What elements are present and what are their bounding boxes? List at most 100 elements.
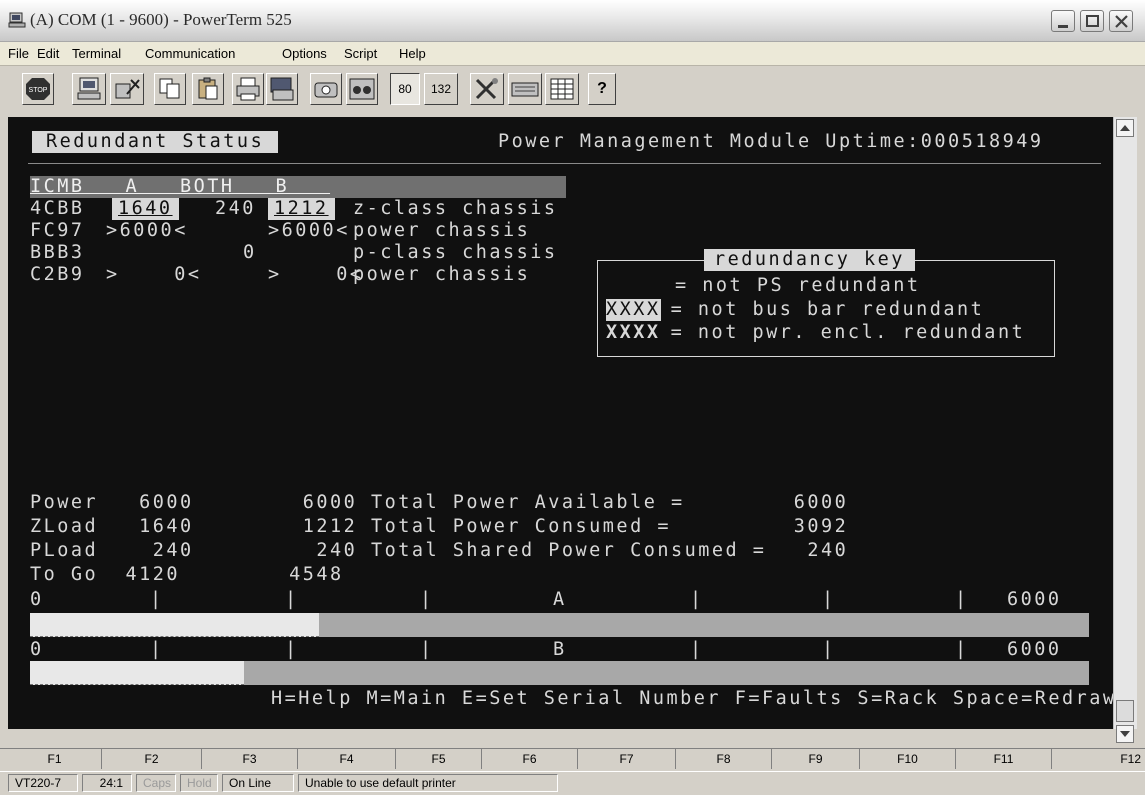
cols-132-button[interactable]: 132: [424, 73, 458, 105]
redundancy-key-title: redundancy key: [704, 249, 915, 271]
stop-button[interactable]: STOP: [22, 73, 54, 105]
row-id: 4CBB: [30, 198, 85, 219]
row-a-value: > 0<: [106, 264, 202, 285]
fkey-f3[interactable]: F3: [202, 749, 298, 769]
menu-help[interactable]: Help: [399, 46, 426, 61]
scroll-up-button[interactable]: [1116, 119, 1134, 137]
row-a-value: >6000<: [106, 220, 188, 241]
scale-b-start: 0: [30, 639, 44, 660]
summary-zload: ZLoad 1640 1212 Total Power Consumed = 3…: [30, 516, 849, 537]
paste-button[interactable]: [192, 73, 224, 105]
status-cursor: 24:1: [82, 774, 132, 792]
help-line: H=Help M=Main E=Set Serial Number F=Faul…: [271, 688, 1117, 709]
setup-button[interactable]: [470, 73, 504, 105]
row-both-value: 240: [215, 198, 256, 219]
window-title: (A) COM (1 - 9600) - PowerTerm 525: [30, 10, 292, 29]
row-desc: power chassis: [353, 220, 531, 241]
scale-a-tick: |: [955, 589, 969, 610]
bar-b-track: [30, 661, 1089, 685]
grid-icon: [550, 78, 574, 100]
vertical-scrollbar[interactable]: [1113, 117, 1137, 729]
row-id: C2B9: [30, 264, 85, 285]
menu-communication[interactable]: Communication: [145, 46, 235, 61]
app-icon: [8, 12, 26, 28]
setup-icon: [475, 78, 498, 100]
disconnect-button[interactable]: [110, 73, 144, 105]
print-icon: [236, 77, 260, 101]
menu-terminal[interactable]: Terminal: [72, 46, 121, 61]
row-a-value: 1640: [112, 198, 179, 220]
disconnect-icon: [115, 79, 140, 99]
print-button[interactable]: [232, 73, 264, 105]
keyboard-button[interactable]: [508, 73, 542, 105]
hangup-button[interactable]: [346, 73, 378, 105]
menu-file[interactable]: File: [8, 46, 29, 61]
connect-button[interactable]: [72, 73, 106, 105]
scale-a-tick: |: [420, 589, 434, 610]
row-b-value: 1212: [268, 198, 335, 220]
bar-a-fill: [30, 613, 319, 637]
row-both-value: 0: [243, 242, 257, 263]
key-code-bus-bar: XXXX: [606, 299, 661, 321]
status-message: Unable to use default printer: [298, 774, 558, 792]
row-b-value: > 0<: [268, 264, 364, 285]
fkey-f8[interactable]: F8: [676, 749, 772, 769]
scroll-down-button[interactable]: [1116, 725, 1134, 743]
bar-b-fill: [30, 661, 244, 685]
scale-b-label: B: [553, 639, 567, 660]
status-online: On Line: [222, 774, 294, 792]
scale-a-tick: |: [285, 589, 299, 610]
hangup-icon: [349, 78, 375, 100]
fkey-f7[interactable]: F7: [578, 749, 676, 769]
menu-options[interactable]: Options: [282, 46, 327, 61]
menu-edit[interactable]: Edit: [37, 46, 59, 61]
uptime-label: Power Management Module Uptime:000518949: [498, 131, 1044, 152]
key-line-bus-bar: = not bus bar redundant: [657, 299, 985, 320]
scale-b-tick: |: [955, 639, 969, 660]
chevron-up-icon: [1120, 125, 1130, 131]
key-code-pwr-encl: XXXX: [606, 322, 661, 343]
scale-b-tick: |: [420, 639, 434, 660]
close-button[interactable]: [1109, 10, 1133, 32]
scale-a-end: 6000: [1007, 589, 1062, 610]
fkey-f4[interactable]: F4: [298, 749, 396, 769]
summary-power: Power 6000 6000 Total Power Available = …: [30, 492, 849, 513]
row-id: FC97: [30, 220, 85, 241]
fkey-f12[interactable]: F12: [1052, 749, 1145, 769]
status-hold: Hold: [180, 774, 218, 792]
screen-title: Redundant Status: [32, 131, 279, 153]
scale-a-start: 0: [30, 589, 44, 610]
fkey-f11[interactable]: F11: [956, 749, 1052, 769]
keyboard-icon: [511, 82, 539, 97]
dial-button[interactable]: [310, 73, 342, 105]
row-desc: p-class chassis: [353, 242, 558, 263]
bar-a-track: [30, 613, 1089, 637]
grid-button[interactable]: [545, 73, 579, 105]
scale-b-tick: |: [285, 639, 299, 660]
fkey-f5[interactable]: F5: [396, 749, 482, 769]
menu-script[interactable]: Script: [344, 46, 377, 61]
status-caps: Caps: [136, 774, 176, 792]
status-emulation: VT220-7: [8, 774, 78, 792]
maximize-button[interactable]: [1080, 10, 1104, 32]
fkey-f10[interactable]: F10: [860, 749, 956, 769]
key-line-pwr-encl: = not pwr. encl. redundant: [657, 322, 1026, 343]
minimize-button[interactable]: [1051, 10, 1075, 32]
print-screen-button[interactable]: [266, 73, 298, 105]
fkey-f6[interactable]: F6: [482, 749, 578, 769]
key-line-ps: = not PS redundant: [675, 275, 921, 296]
row-b-value: >6000<: [268, 220, 350, 241]
paste-icon: [198, 77, 218, 100]
header-divider: [28, 163, 1101, 164]
scale-a-tick: |: [822, 589, 836, 610]
cols-80-button[interactable]: 80: [390, 73, 420, 105]
scale-b-tick: |: [690, 639, 704, 660]
scroll-thumb[interactable]: [1116, 700, 1134, 722]
connect-icon: [77, 77, 101, 100]
help-button[interactable]: ?: [588, 73, 616, 105]
copy-button[interactable]: [154, 73, 186, 105]
fkey-f2[interactable]: F2: [102, 749, 202, 769]
fkey-f9[interactable]: F9: [772, 749, 860, 769]
fkey-f1[interactable]: F1: [8, 749, 102, 769]
scale-b-tick: |: [822, 639, 836, 660]
